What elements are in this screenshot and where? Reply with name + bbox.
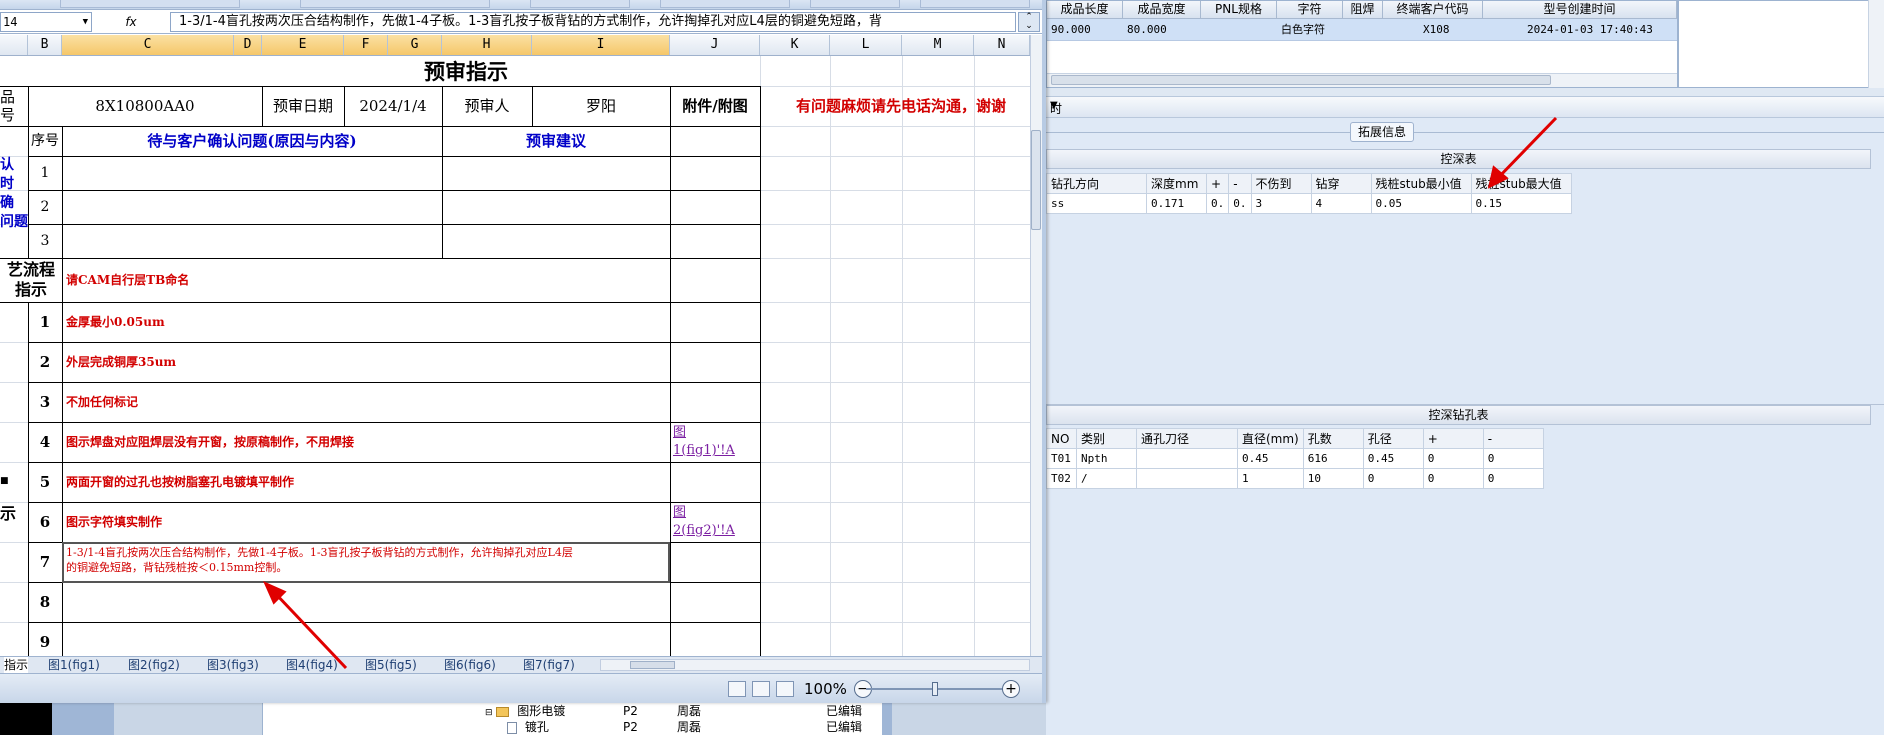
annotation-arrows bbox=[263, 116, 1558, 670]
arrow-to-stub-max bbox=[1494, 116, 1558, 182]
arrow-to-cell-7 bbox=[272, 590, 348, 670]
